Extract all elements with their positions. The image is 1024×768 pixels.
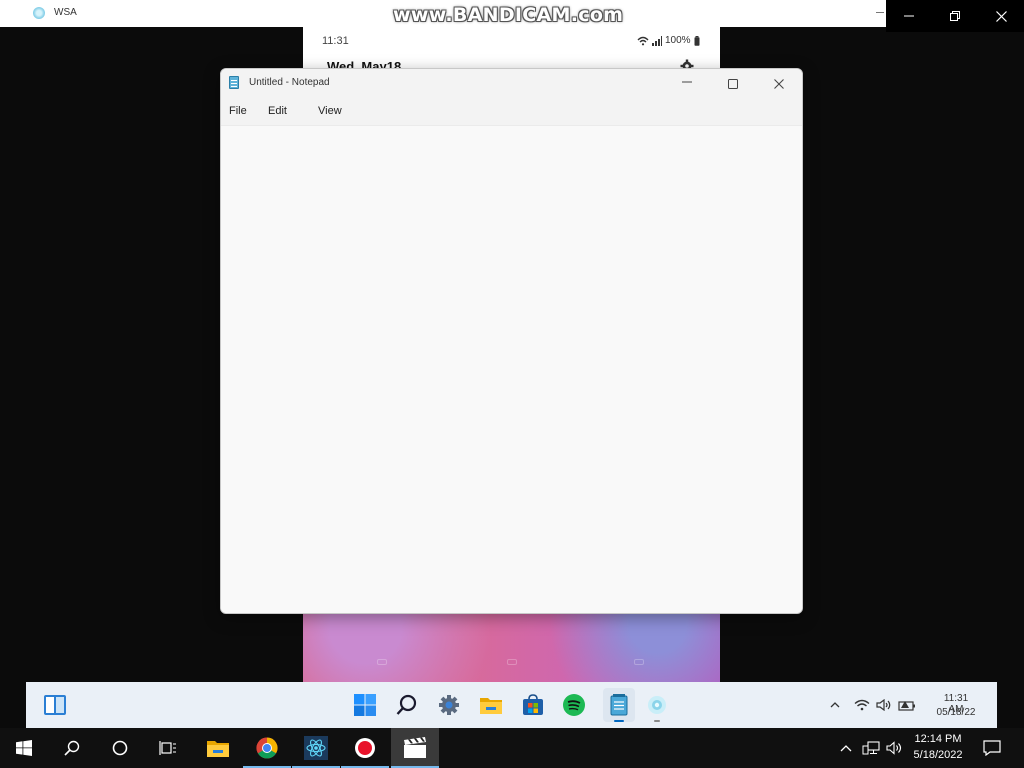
- menu-file[interactable]: File: [229, 105, 247, 117]
- wsa-window-title: WSA: [54, 7, 77, 18]
- battery-icon[interactable]: [897, 692, 917, 718]
- network-button[interactable]: [860, 728, 882, 768]
- action-center-button[interactable]: [970, 728, 1014, 768]
- wsa-app-icon: [33, 7, 45, 19]
- react-icon: [304, 736, 328, 760]
- volume-icon: [886, 741, 902, 755]
- cortana-button[interactable]: [96, 728, 144, 768]
- start-button[interactable]: [0, 728, 48, 768]
- settings-icon[interactable]: [436, 692, 462, 718]
- menu-view[interactable]: View: [318, 105, 342, 117]
- minimize-button[interactable]: [886, 0, 932, 32]
- nav-recents-icon[interactable]: [634, 659, 644, 665]
- taskbar-chrome[interactable]: [243, 728, 291, 768]
- wifi-icon[interactable]: [852, 692, 872, 718]
- show-hidden-icons-button[interactable]: [836, 728, 856, 768]
- battery-icon: [694, 35, 700, 46]
- wsa-icon[interactable]: [644, 692, 670, 722]
- notepad-close-button[interactable]: [756, 69, 802, 99]
- search-button[interactable]: [48, 728, 96, 768]
- maximize-icon: [728, 79, 738, 89]
- search-icon: [64, 740, 80, 756]
- clapperboard-icon: [404, 737, 426, 758]
- close-icon: [774, 79, 784, 89]
- taskbar-bandicam[interactable]: [341, 728, 389, 768]
- notepad-text-area[interactable]: [221, 125, 802, 613]
- nav-home-icon[interactable]: [507, 659, 517, 665]
- windows-logo-icon: [16, 740, 32, 756]
- chrome-icon: [256, 737, 278, 759]
- close-icon: [995, 10, 1007, 22]
- android-wallpaper: [303, 614, 720, 682]
- wsa-minimize-icon[interactable]: [876, 5, 884, 13]
- minimize-icon: [682, 81, 692, 83]
- w11-taskbar: 11:31 AM 05/18/22: [26, 682, 997, 728]
- widgets-icon[interactable]: [42, 692, 68, 718]
- notepad-title: Untitled - Notepad: [249, 77, 330, 88]
- notepad-icon[interactable]: [603, 688, 635, 722]
- file-explorer-icon: [207, 741, 229, 757]
- store-icon[interactable]: [520, 692, 546, 718]
- task-view-button[interactable]: [144, 728, 192, 768]
- volume-button[interactable]: [884, 728, 906, 768]
- restore-button[interactable]: [932, 0, 978, 32]
- chevron-up-icon[interactable]: [826, 692, 844, 718]
- file-explorer-icon[interactable]: [478, 692, 504, 718]
- task-view-icon: [159, 741, 176, 755]
- volume-icon[interactable]: [874, 692, 894, 718]
- android-status-time: 11:31: [322, 35, 349, 47]
- window-caption-buttons: [886, 0, 1024, 32]
- record-icon: [355, 738, 375, 758]
- spotify-icon[interactable]: [561, 692, 587, 718]
- w10-clock-date[interactable]: 5/18/2022: [908, 749, 968, 761]
- w10-clock-time[interactable]: 12:14 PM: [910, 733, 966, 745]
- nav-back-icon[interactable]: [377, 659, 387, 665]
- notepad-titlebar[interactable]: Untitled - Notepad: [221, 69, 802, 99]
- w10-taskbar: 12:14 PM 5/18/2022: [0, 728, 1024, 768]
- notepad-minimize-button[interactable]: [664, 69, 710, 99]
- notepad-active-indicator: [614, 720, 624, 722]
- battery-percent: 100%: [665, 35, 691, 46]
- notepad-app-icon: [229, 76, 239, 89]
- notification-icon: [983, 740, 1001, 756]
- close-button[interactable]: [978, 0, 1024, 32]
- minimize-icon: [904, 15, 914, 17]
- notepad-window: Untitled - Notepad File Edit View: [220, 68, 803, 614]
- taskbar-file-explorer[interactable]: [194, 728, 242, 768]
- android-status-icons: 100%: [637, 35, 700, 46]
- taskbar-wsa-window[interactable]: [391, 728, 439, 768]
- chevron-up-icon: [840, 745, 852, 752]
- wifi-icon: [637, 36, 649, 45]
- cortana-icon: [112, 740, 128, 756]
- signal-icon: [652, 35, 662, 46]
- menu-edit[interactable]: Edit: [268, 105, 287, 117]
- wsa-running-indicator: [654, 720, 660, 722]
- taskbar-react-app[interactable]: [292, 728, 340, 768]
- network-icon: [862, 741, 880, 755]
- start-icon[interactable]: [352, 692, 378, 718]
- restore-icon: [950, 11, 960, 21]
- notepad-menubar: File Edit View: [221, 99, 802, 125]
- bandicam-watermark: www.BANDICAM.com: [393, 4, 624, 26]
- search-icon[interactable]: [394, 692, 420, 718]
- w11-clock-date[interactable]: 05/18/22: [934, 707, 978, 718]
- notepad-maximize-button[interactable]: [710, 69, 756, 99]
